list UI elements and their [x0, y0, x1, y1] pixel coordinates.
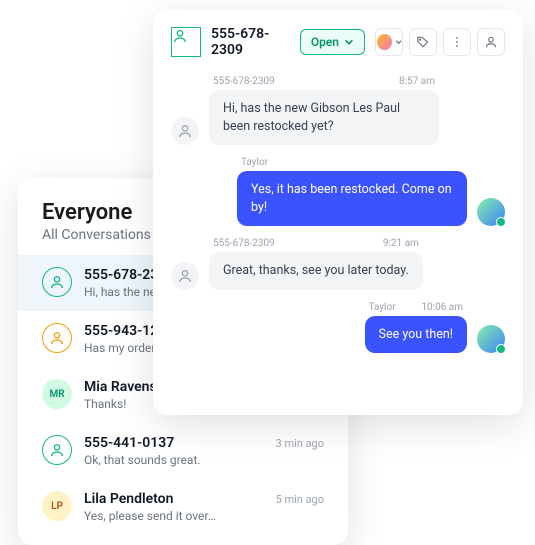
- more-vertical-icon: [450, 35, 464, 49]
- person-icon: [49, 274, 65, 290]
- conversation-avatar: [42, 267, 72, 297]
- message-time: 8:57 am: [399, 76, 435, 87]
- message-row: Taylor Yes, it has been restocked. Come o…: [171, 157, 505, 226]
- chat-header: 555-678-2309 Open: [171, 26, 505, 58]
- conversation-preview: Ok, that sounds great.: [84, 453, 324, 467]
- customer-avatar: [171, 262, 199, 290]
- message-row: 555-678-2309 9:21 am Great, thanks, see yo…: [171, 238, 505, 290]
- assignee-avatar: [376, 33, 393, 51]
- message-time: 9:21 am: [383, 238, 419, 249]
- status-dropdown[interactable]: Open: [300, 29, 365, 55]
- message-sender: Taylor: [369, 302, 396, 313]
- chat-title: 555-678-2309: [211, 26, 290, 58]
- conversation-body: Lila Pendleton 5 min ago Yes, please send …: [84, 491, 324, 523]
- message-meta: 555-678-2309 8:57 am: [209, 76, 439, 87]
- chat-panel: 555-678-2309 Open 555-678-2309 8:57 am Hi,…: [153, 10, 523, 415]
- person-icon: [49, 330, 65, 346]
- chevron-down-icon: [395, 38, 402, 46]
- person-icon: [49, 442, 65, 458]
- conversation-avatar: MR: [42, 379, 72, 409]
- status-label: Open: [311, 35, 339, 49]
- contact-avatar: [171, 27, 201, 57]
- conversation-avatar: [42, 323, 72, 353]
- conversation-preview: Yes, please send it over…: [84, 509, 324, 523]
- message-sender: Taylor: [241, 157, 268, 168]
- conversation-name: 555-441-0137: [84, 435, 174, 451]
- conversation-avatar: [42, 435, 72, 465]
- message-row: Taylor 10:06 am See you then!: [171, 302, 505, 354]
- agent-avatar: [477, 198, 505, 226]
- message-time: 10:06 am: [421, 302, 463, 313]
- message-meta: Taylor: [237, 157, 467, 168]
- person-icon: [484, 35, 498, 49]
- person-icon: [177, 123, 193, 139]
- conversation-item[interactable]: LP Lila Pendleton 5 min ago Yes, please sen…: [18, 479, 348, 535]
- message-bubble: Hi, has the new Gibson Les Paul been res…: [209, 90, 439, 145]
- message-sender: 555-678-2309: [213, 76, 275, 87]
- message-bubble: Yes, it has been restocked. Come on by!: [237, 171, 467, 226]
- conversation-name: Lila Pendleton: [84, 491, 173, 507]
- chevron-down-icon: [344, 37, 354, 47]
- profile-button[interactable]: [477, 28, 505, 56]
- header-actions: [375, 28, 505, 56]
- message-bubble: Great, thanks, see you later today.: [209, 252, 423, 290]
- agent-avatar: [477, 325, 505, 353]
- message-meta: 555-678-2309 9:21 am: [209, 238, 423, 249]
- message-bubble: See you then!: [365, 316, 467, 354]
- assignee-button[interactable]: [375, 28, 403, 56]
- person-icon: [172, 28, 188, 44]
- message-sender: 555-678-2309: [213, 238, 275, 249]
- message-meta: Taylor 10:06 am: [365, 302, 467, 313]
- conversation-body: 555-441-0137 3 min ago Ok, that sounds gre…: [84, 435, 324, 467]
- person-icon: [177, 268, 193, 284]
- customer-avatar: [171, 117, 199, 145]
- conversation-avatar: LP: [42, 491, 72, 521]
- tag-icon: [416, 35, 430, 49]
- conversation-time: 3 min ago: [276, 437, 324, 450]
- tag-button[interactable]: [409, 28, 437, 56]
- conversation-time: 5 min ago: [276, 493, 324, 506]
- conversation-item[interactable]: 555-441-0137 3 min ago Ok, that sounds gre…: [18, 423, 348, 479]
- more-button[interactable]: [443, 28, 471, 56]
- message-list: 555-678-2309 8:57 am Hi, has the new Gibso…: [171, 76, 505, 353]
- message-row: 555-678-2309 8:57 am Hi, has the new Gibso…: [171, 76, 505, 145]
